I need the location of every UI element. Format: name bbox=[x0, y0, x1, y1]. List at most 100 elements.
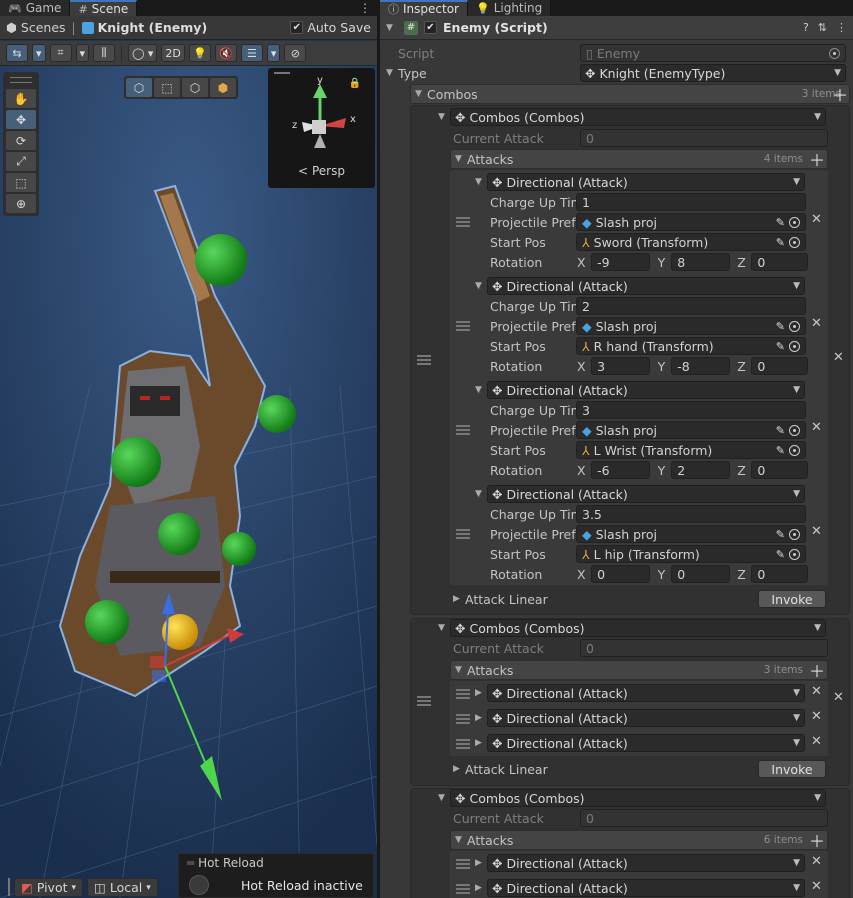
cube-view-icon[interactable]: ⬡ bbox=[126, 78, 152, 97]
foldout-arrow-icon[interactable]: ▶ bbox=[475, 738, 487, 748]
rotation-y-field[interactable]: 2 bbox=[671, 461, 730, 479]
projection-label[interactable]: < Persp bbox=[268, 164, 375, 178]
axis-gizmo-icon[interactable]: y x z bbox=[268, 74, 375, 164]
breadcrumb-scenes[interactable]: ⬢ Scenes bbox=[6, 20, 66, 35]
start-pos-field[interactable]: ⅄ R hand (Transform) ✎ bbox=[576, 337, 806, 355]
collider-sphere[interactable] bbox=[222, 532, 256, 566]
snap-tool-button[interactable]: ⇆ bbox=[6, 44, 28, 62]
effects-dropdown[interactable]: ▾ bbox=[266, 44, 281, 62]
help-icon[interactable]: ? bbox=[803, 21, 809, 34]
kebab-menu-icon[interactable]: ⋮ bbox=[836, 21, 847, 34]
attack-type-dropdown[interactable]: ✥ Directional (Attack) ▼ bbox=[487, 684, 805, 702]
move-tool-icon[interactable]: ✥ bbox=[6, 110, 36, 129]
object-picker-icon[interactable] bbox=[789, 340, 800, 352]
attack-type-dropdown[interactable]: ✥ Directional (Attack) ▼ bbox=[487, 381, 805, 399]
transform-tool-icon[interactable]: ⊕ bbox=[6, 194, 36, 213]
foldout-arrow-icon[interactable]: ▼ bbox=[475, 281, 487, 291]
collider-sphere[interactable] bbox=[158, 513, 200, 555]
rotation-x-field[interactable]: -6 bbox=[591, 461, 650, 479]
object-picker-icon[interactable] bbox=[789, 424, 800, 436]
space-dropdown[interactable]: ◫ Local ▾ bbox=[87, 878, 158, 897]
type-dropdown[interactable]: ✥ Knight (EnemyType) ▼ bbox=[580, 64, 846, 82]
scene-viewport[interactable]: ✋ ✥ ⟳ ⤢ ⬚ ⊕ ⬡ ⬚ ⬡ ⬢ 🔒 y x z < Persp ◩ Pi… bbox=[0, 66, 377, 898]
drag-handle-icon[interactable] bbox=[8, 878, 10, 896]
drag-handle-icon[interactable] bbox=[456, 425, 470, 435]
draw-mode-dropdown[interactable]: ◯ ▾ bbox=[128, 44, 158, 62]
drag-handle-icon[interactable] bbox=[456, 884, 470, 894]
drag-handle-icon[interactable] bbox=[456, 859, 470, 869]
attack-type-dropdown[interactable]: ✥ Directional (Attack) ▼ bbox=[487, 854, 805, 872]
foldout-arrow-icon[interactable]: ▼ bbox=[386, 23, 398, 33]
foldout-arrow-icon[interactable]: ▼ bbox=[386, 68, 398, 78]
foldout-arrow-icon[interactable]: ▶ bbox=[475, 883, 487, 893]
drag-handle-icon[interactable] bbox=[456, 529, 470, 539]
foldout-arrow-icon[interactable]: ▶ bbox=[475, 713, 487, 723]
foldout-arrow-icon[interactable]: ▶ bbox=[453, 594, 465, 604]
grid-dropdown[interactable]: ▾ bbox=[75, 44, 90, 62]
remove-attack-icon[interactable]: ✕ bbox=[811, 734, 822, 749]
collider-sphere[interactable] bbox=[111, 437, 161, 487]
invoke-button[interactable]: Invoke bbox=[758, 760, 826, 778]
foldout-arrow-icon[interactable]: ▼ bbox=[415, 89, 427, 99]
rect-tool-icon[interactable]: ⬚ bbox=[6, 173, 36, 192]
foldout-arrow-icon[interactable]: ▼ bbox=[475, 177, 487, 187]
component-enabled-checkbox[interactable]: ✔ bbox=[424, 21, 437, 34]
remove-attack-icon[interactable]: ✕ bbox=[811, 316, 822, 331]
rotation-z-field[interactable]: 0 bbox=[751, 357, 808, 375]
attacks-list-header[interactable]: ▼ Attacks 6 items bbox=[450, 830, 828, 850]
drag-handle-icon[interactable] bbox=[456, 689, 470, 699]
drag-handle-icon[interactable] bbox=[417, 355, 431, 365]
remove-combo-icon[interactable]: ✕ bbox=[833, 690, 844, 705]
remove-attack-icon[interactable]: ✕ bbox=[811, 879, 822, 894]
foldout-arrow-icon[interactable]: ▶ bbox=[475, 858, 487, 868]
rect-view-icon[interactable]: ⬚ bbox=[154, 78, 180, 97]
foldout-arrow-icon[interactable]: ▶ bbox=[475, 688, 487, 698]
start-pos-field[interactable]: ⅄ Sword (Transform) ✎ bbox=[576, 233, 806, 251]
projectile-prefab-field[interactable]: ◆ Slash proj ✎ bbox=[576, 525, 806, 543]
add-attack-icon[interactable]: ＋ bbox=[808, 661, 826, 681]
drag-handle-icon[interactable] bbox=[456, 714, 470, 724]
projectile-prefab-field[interactable]: ◆ Slash proj ✎ bbox=[576, 317, 806, 335]
attacks-list-header[interactable]: ▼ Attacks 3 items bbox=[450, 660, 828, 680]
foldout-arrow-icon[interactable]: ▼ bbox=[455, 835, 467, 845]
attack-type-dropdown[interactable]: ✥ Directional (Attack) ▼ bbox=[487, 277, 805, 295]
attack-type-dropdown[interactable]: ✥ Directional (Attack) ▼ bbox=[487, 173, 805, 191]
attack-linear-label[interactable]: Attack Linear bbox=[465, 762, 548, 777]
tab-lighting[interactable]: 💡 Lighting bbox=[467, 0, 552, 16]
rotation-z-field[interactable]: 0 bbox=[751, 461, 808, 479]
preset-icon[interactable]: ⇅ bbox=[818, 21, 827, 34]
rotation-x-field[interactable]: 3 bbox=[591, 357, 650, 375]
pencil-icon[interactable]: ✎ bbox=[776, 236, 785, 249]
tab-inspector[interactable]: ⓘ Inspector bbox=[380, 0, 468, 16]
pivot-dropdown[interactable]: ◩ Pivot ▾ bbox=[14, 878, 84, 897]
collider-sphere[interactable] bbox=[85, 600, 129, 644]
drag-handle-icon[interactable] bbox=[417, 696, 431, 706]
collider-sphere[interactable] bbox=[195, 234, 247, 286]
start-pos-field[interactable]: ⅄ L Wrist (Transform) ✎ bbox=[576, 441, 806, 459]
invoke-button[interactable]: Invoke bbox=[758, 590, 826, 608]
remove-attack-icon[interactable]: ✕ bbox=[811, 212, 822, 227]
visibility-toggle-icon[interactable]: ⊘ bbox=[284, 44, 307, 62]
rotation-z-field[interactable]: 0 bbox=[751, 253, 808, 271]
remove-attack-icon[interactable]: ✕ bbox=[811, 524, 822, 539]
remove-attack-icon[interactable]: ✕ bbox=[811, 420, 822, 435]
pencil-icon[interactable]: ✎ bbox=[776, 548, 785, 561]
remove-attack-icon[interactable]: ✕ bbox=[811, 709, 822, 724]
object-picker-icon[interactable] bbox=[789, 216, 800, 228]
pencil-icon[interactable]: ✎ bbox=[776, 340, 785, 353]
drag-handle-icon[interactable] bbox=[456, 321, 470, 331]
increment-snap-button[interactable]: ⫼ bbox=[93, 44, 116, 62]
remove-attack-icon[interactable]: ✕ bbox=[811, 854, 822, 869]
toggle-2d-button[interactable]: 2D bbox=[161, 44, 185, 62]
object-picker-icon[interactable] bbox=[789, 444, 800, 456]
projectile-prefab-field[interactable]: ◆ Slash proj ✎ bbox=[576, 421, 806, 439]
rotation-y-field[interactable]: 0 bbox=[671, 565, 730, 583]
add-attack-icon[interactable]: ＋ bbox=[808, 150, 826, 170]
scale-tool-icon[interactable]: ⤢ bbox=[6, 152, 36, 171]
drag-handle-icon[interactable] bbox=[456, 739, 470, 749]
foldout-arrow-icon[interactable]: ▼ bbox=[438, 112, 450, 122]
combos-list-header[interactable]: ▼ Combos 3 items bbox=[410, 84, 850, 104]
rotation-x-field[interactable]: 0 bbox=[591, 565, 650, 583]
foldout-arrow-icon[interactable]: ▼ bbox=[455, 154, 467, 164]
orientation-gizmo[interactable]: 🔒 y x z < Persp bbox=[268, 68, 375, 188]
